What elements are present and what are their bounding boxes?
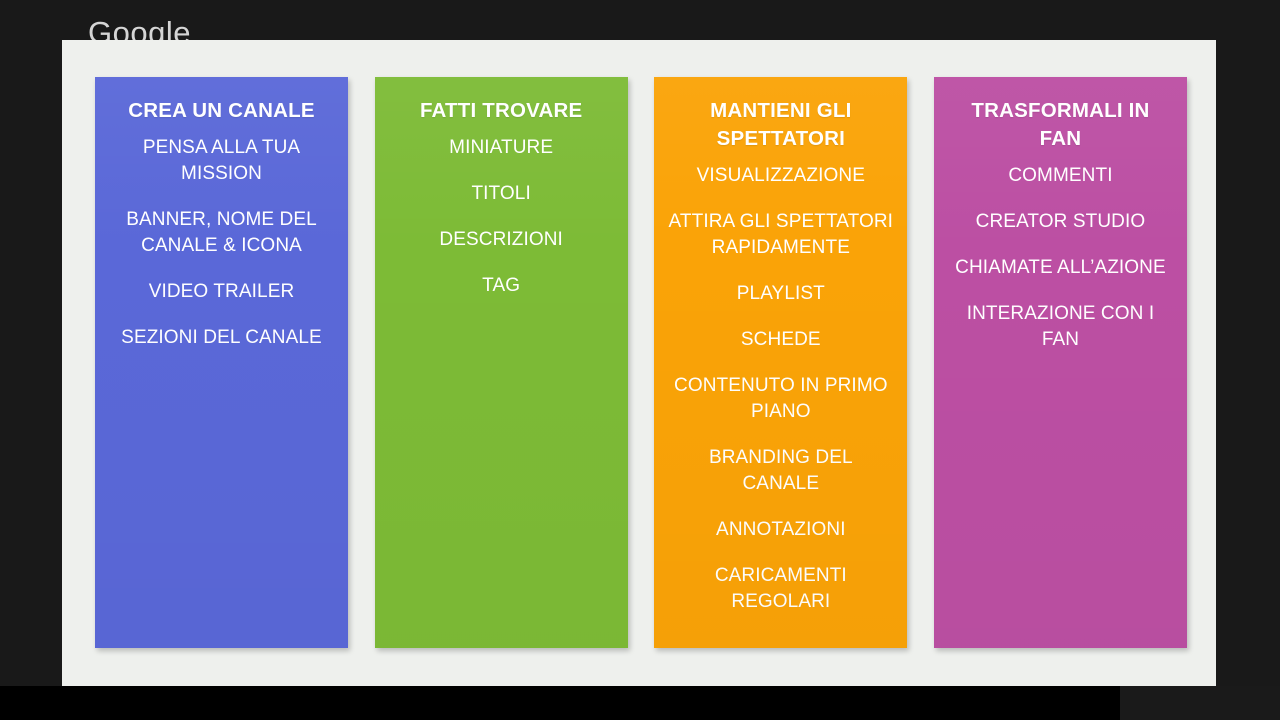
column-title: TRASFORMALI IN FAN: [971, 99, 1150, 150]
column-item: BANNER, NOME DEL CANALE & ICONA: [126, 209, 317, 256]
column-card-fatti-trovare: FATTI TROVARE MINIATURE TITOLI DESCRIZIONI T…: [374, 77, 628, 648]
column-item-list: VISUALIZZAZIONE ATTIRA GLI SPETTATORI RAP…: [664, 163, 897, 615]
column-item: VISUALIZZAZIONE: [696, 165, 865, 186]
column-item: CONTENUTO IN PRIMO PIANO: [674, 375, 888, 422]
column-item: ATTIRA GLI SPETTATORI RAPIDAMENTE: [668, 211, 894, 258]
column-item: PENSA ALLA TUA MISSION: [142, 137, 301, 184]
column-item: ANNOTAZIONI: [716, 519, 846, 540]
column-item-list: COMMENTI CREATOR STUDIO CHIAMATE ALL’AZION…: [944, 163, 1177, 353]
column-item: CHIAMATE ALL’AZIONE: [955, 257, 1166, 278]
column-item: CREATOR STUDIO: [975, 211, 1146, 232]
column-item-list: PENSA ALLA TUA MISSION BANNER, NOME DEL C…: [105, 135, 338, 351]
column-item: TAG: [482, 275, 521, 296]
column-item: COMMENTI: [1008, 165, 1113, 186]
letterbox-left: [0, 0, 62, 686]
column-item: SEZIONI DEL CANALE: [121, 327, 322, 348]
column-card-mantieni-gli-spettatori: MANTIENI GLI SPETTATORI VISUALIZZAZIONE AT…: [654, 77, 908, 648]
letterbox-top: [62, 0, 1216, 40]
column-item: CARICAMENTI REGOLARI: [714, 565, 847, 612]
letterbox-bottom-corner: [1120, 686, 1280, 720]
column-card-crea-un-canale: CREA UN CANALE PENSA ALLA TUA MISSION BANN…: [95, 77, 348, 648]
column-item: VIDEO TRAILER: [148, 281, 295, 302]
column-item: BRANDING DEL CANALE: [708, 447, 853, 494]
presentation-slide: CREA UN CANALE PENSA ALLA TUA MISSION BANN…: [62, 40, 1216, 686]
column-title: FATTI TROVARE: [419, 99, 583, 122]
column-item: MINIATURE: [449, 137, 554, 158]
columns-container: CREA UN CANALE PENSA ALLA TUA MISSION BANN…: [95, 77, 1187, 648]
column-item: SCHEDE: [740, 329, 821, 350]
column-item: INTERAZIONE CON I FAN: [966, 303, 1155, 350]
letterbox-bottom: [0, 686, 1280, 720]
column-item: PLAYLIST: [736, 283, 825, 304]
column-item: DESCRIZIONI: [439, 229, 563, 250]
letterbox-right: [1216, 0, 1280, 686]
column-card-trasformali-in-fan: TRASFORMALI IN FAN COMMENTI CREATOR STUDIO…: [933, 77, 1187, 648]
column-title: CREA UN CANALE: [128, 99, 315, 122]
video-player-screen: Google CREA UN CANALE PENSA ALLA TUA MISS…: [0, 0, 1280, 720]
column-item-list: MINIATURE TITOLI DESCRIZIONI TAG: [385, 135, 618, 299]
column-item: TITOLI: [471, 183, 531, 204]
column-title: MANTIENI GLI SPETTATORI: [710, 99, 852, 150]
